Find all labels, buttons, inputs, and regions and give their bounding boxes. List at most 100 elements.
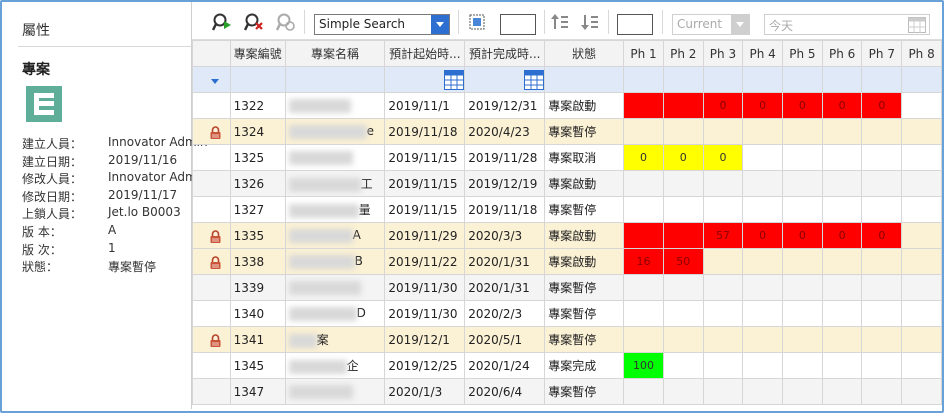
redacted-text [288, 177, 361, 192]
filter-cell[interactable] [464, 66, 546, 93]
effective-date-input[interactable]: 今天 [764, 14, 930, 35]
search-mode-select[interactable]: Simple Search [314, 14, 450, 35]
calendar-icon[interactable] [524, 69, 544, 90]
filter-cell[interactable] [821, 66, 863, 93]
column-header[interactable] [192, 40, 231, 67]
properties-panel: 屬性 專案 建立人員： Innovator Admin 建立日期： 2019/11/1… [2, 2, 208, 409]
start-date-cell: 2019/12/1 [384, 326, 466, 353]
phase-progress-cell [861, 378, 903, 405]
column-header[interactable]: Ph 5 [782, 40, 823, 67]
phase-progress-cell: 0 [702, 92, 744, 119]
calendar-icon[interactable] [444, 69, 464, 90]
phase-progress-cell [821, 144, 863, 171]
revision-select[interactable]: Current [672, 14, 750, 35]
phase-progress-cell: 0 [742, 92, 784, 119]
row-selector-cell[interactable] [192, 352, 231, 379]
page-size-input[interactable] [500, 14, 536, 35]
column-header[interactable]: Ph 1 [623, 40, 664, 67]
chevron-down-icon[interactable] [431, 15, 449, 34]
column-header[interactable]: Ph 8 [901, 40, 942, 67]
row-selector-cell[interactable] [192, 170, 231, 197]
filter-cell[interactable] [662, 66, 704, 93]
table-row[interactable]: 1322 2019/11/1 2019/12/31 專案啟動 0 0 0 0 0 [192, 92, 942, 119]
column-header[interactable]: Ph 7 [861, 40, 903, 67]
project-id-cell: 1345 [229, 352, 286, 379]
phase-progress-cell: 0 [821, 222, 863, 249]
row-selector-cell[interactable] [192, 300, 231, 327]
project-name-cell: 企 [284, 352, 386, 379]
filter-cell[interactable] [384, 66, 466, 93]
filter-cell[interactable] [861, 66, 903, 93]
filter-cell[interactable] [284, 66, 386, 93]
sort-descending-icon[interactable] [580, 12, 600, 32]
filter-cell[interactable] [192, 66, 231, 93]
filter-cell[interactable] [782, 66, 823, 93]
row-selector-cell[interactable] [192, 222, 231, 249]
row-selector-cell[interactable] [192, 92, 231, 119]
table-row[interactable]: 1325 2019/11/15 2019/11/28 專案取消 0 0 0 [192, 144, 942, 171]
end-date-cell: 2020/6/4 [464, 378, 546, 405]
end-date-cell: 2020/5/1 [464, 326, 546, 353]
lock-icon [210, 229, 221, 243]
phase-progress-cell: 0 [782, 92, 823, 119]
filter-cell[interactable] [623, 66, 664, 93]
table-row[interactable]: 1341 案 2019/12/1 2020/5/1 專案暫停 [192, 326, 942, 353]
project-name-cell: A [284, 222, 386, 249]
filter-cell[interactable] [702, 66, 744, 93]
filter-cell[interactable] [742, 66, 784, 93]
column-header[interactable]: 預計完成時... [464, 40, 546, 67]
phase-progress-cell [623, 300, 664, 327]
column-header[interactable]: 預計起始時... [384, 40, 466, 67]
column-header[interactable]: Ph 6 [821, 40, 863, 67]
row-selector-cell[interactable] [192, 326, 231, 353]
phase-progress-cell [742, 144, 784, 171]
table-row[interactable]: 1339 2019/11/30 2020/1/31 專案暫停 [192, 274, 942, 301]
search-options-icon[interactable] [276, 12, 296, 32]
row-selector-cell[interactable] [192, 248, 231, 275]
max-results-input[interactable] [617, 14, 653, 35]
column-header[interactable]: Ph 3 [702, 40, 744, 67]
column-header[interactable]: Ph 2 [662, 40, 704, 67]
table-row[interactable]: 1347 2020/1/3 2020/6/4 專案暫停 [192, 378, 942, 405]
row-selector-cell[interactable] [192, 118, 231, 145]
table-row[interactable]: 1324 e 2019/11/18 2020/4/23 專案暫停 [192, 118, 942, 145]
phase-progress-cell: 0 [623, 144, 664, 171]
column-header[interactable]: 專案名稱 [284, 40, 386, 67]
phase-progress-cell [782, 300, 823, 327]
phase-progress-cell [702, 326, 744, 353]
sort-ascending-icon[interactable] [550, 12, 570, 32]
filter-cell[interactable] [229, 66, 286, 93]
phase-progress-cell [901, 248, 942, 275]
project-name-suffix: e [366, 124, 375, 139]
chevron-down-icon[interactable] [731, 15, 749, 34]
table-row[interactable]: 1327 量 2019/11/15 2019/11/18 專案暫停 [192, 196, 942, 223]
phase-progress-cell [782, 378, 823, 405]
filter-cell[interactable] [901, 66, 942, 93]
phase-progress-cell [662, 300, 704, 327]
phase-progress-cell [623, 274, 664, 301]
table-row[interactable]: 1345 企 2019/12/25 2020/1/24 專案完成 100 [192, 352, 942, 379]
table-row[interactable]: 1338 B 2019/11/22 2020/1/31 專案啟動 16 50 [192, 248, 942, 275]
column-header[interactable]: 狀態 [544, 40, 625, 67]
filter-dropdown-icon[interactable] [211, 78, 219, 84]
column-header[interactable]: 專案編號 [229, 40, 286, 67]
status-cell: 專案啟動 [544, 170, 625, 197]
row-selector-cell[interactable] [192, 378, 231, 405]
status-cell: 專案暫停 [544, 118, 625, 145]
table-row[interactable]: 1340 D 2019/11/30 2020/2/3 專案暫停 [192, 300, 942, 327]
property-value: Jet.lo B0003 [108, 205, 181, 220]
table-row[interactable]: 1335 A 2019/11/29 2020/3/3 專案啟動 57 0 0 0 0 [192, 222, 942, 249]
filter-cell[interactable] [544, 66, 625, 93]
row-selector-cell[interactable] [192, 196, 231, 223]
row-selector-cell[interactable] [192, 274, 231, 301]
project-name-suffix: B [354, 254, 363, 269]
phase-progress-cell: 0 [742, 222, 784, 249]
row-selector-cell[interactable] [192, 144, 231, 171]
table-row[interactable]: 1326 工 2019/11/15 2019/12/19 專案啟動 [192, 170, 942, 197]
select-area-icon[interactable] [467, 12, 487, 32]
column-header[interactable]: Ph 4 [742, 40, 784, 67]
run-search-icon[interactable] [212, 12, 232, 32]
clear-search-icon[interactable] [244, 12, 264, 32]
search-mode-value: Simple Search [319, 17, 406, 31]
calendar-icon[interactable] [908, 17, 926, 33]
